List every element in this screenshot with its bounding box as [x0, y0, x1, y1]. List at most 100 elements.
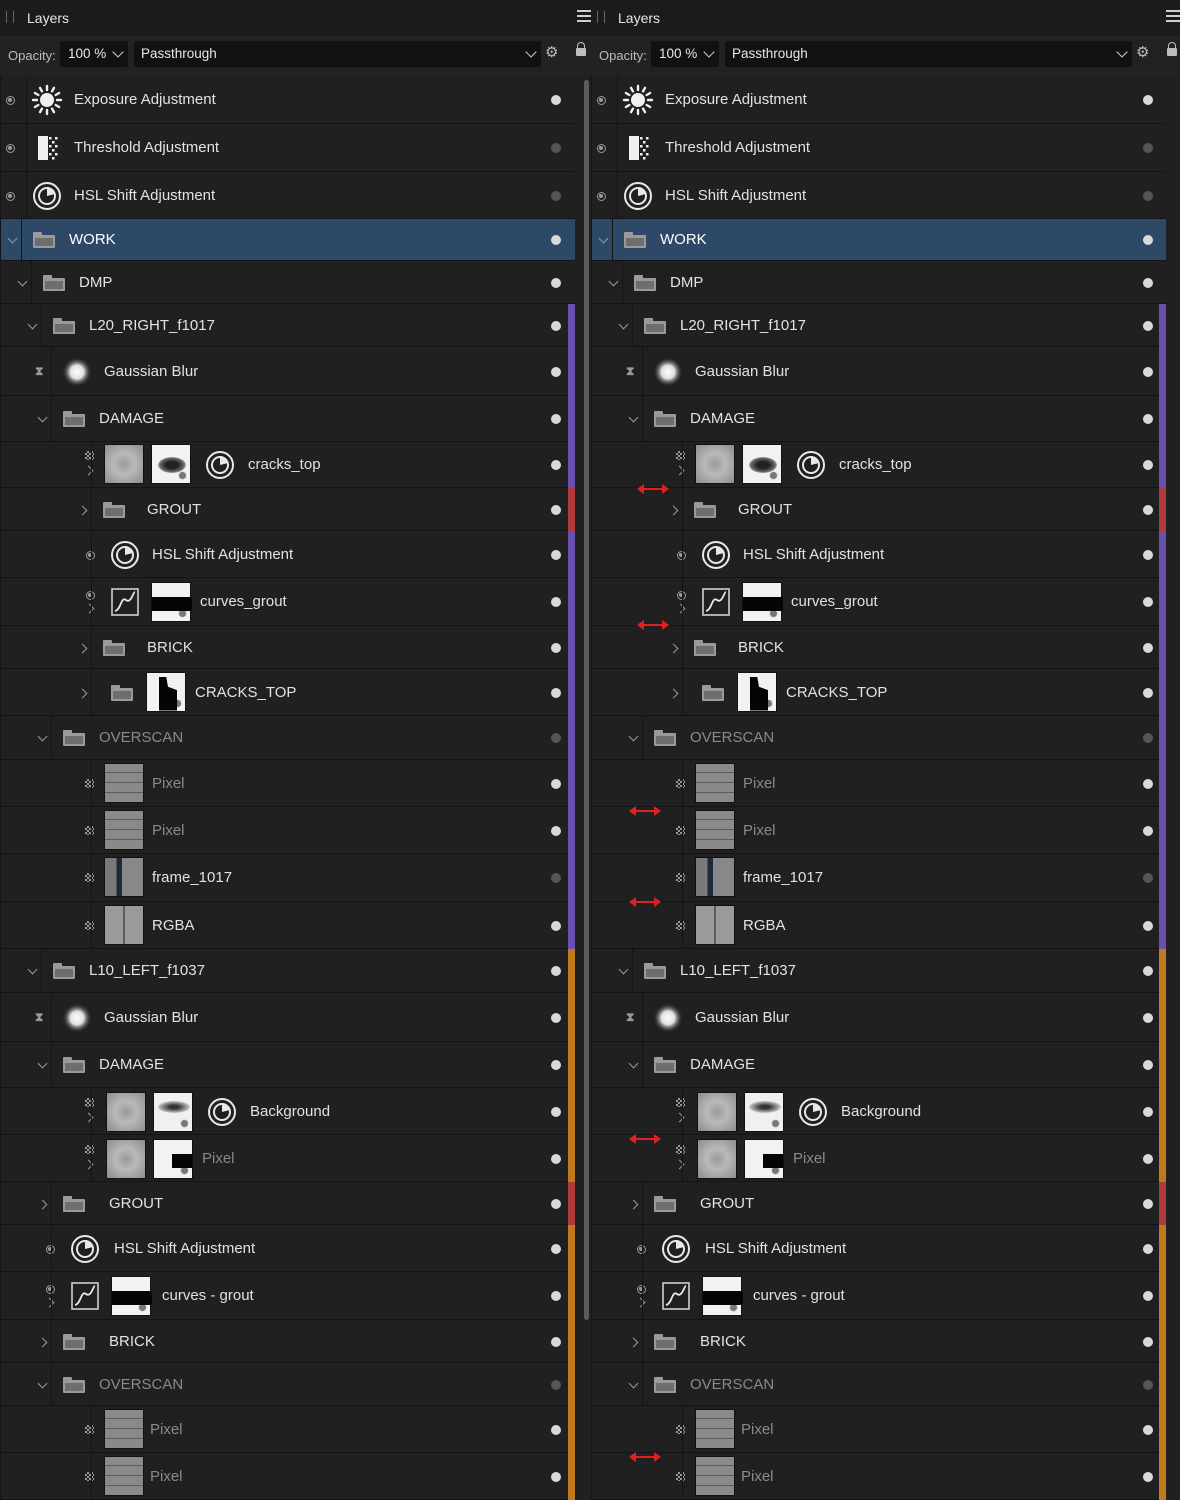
visibility-toggle[interactable] — [1143, 549, 1153, 560]
layer-thumbnail[interactable] — [104, 809, 144, 850]
visibility-toggle[interactable] — [551, 504, 561, 515]
layer-row[interactable]: Pixel — [0, 1453, 575, 1500]
layer-row[interactable]: Background — [591, 1088, 1166, 1135]
visibility-toggle[interactable] — [1143, 920, 1153, 931]
layer-row[interactable]: curves - grout — [0, 1272, 575, 1320]
visibility-toggle[interactable] — [551, 1424, 561, 1435]
layer-row[interactable]: HSL Shift Adjustment — [591, 1225, 1166, 1272]
layer-row[interactable]: GROUT — [0, 488, 575, 531]
visibility-toggle[interactable] — [1143, 366, 1153, 377]
visibility-toggle[interactable] — [551, 687, 561, 698]
visibility-toggle[interactable] — [1143, 1471, 1153, 1482]
layer-row[interactable]: RGBA — [0, 902, 575, 949]
layer-row[interactable]: Pixel — [591, 1135, 1166, 1182]
chevron-right-icon[interactable] — [668, 688, 679, 698]
visibility-toggle[interactable] — [551, 966, 561, 976]
layer-row[interactable]: Threshold Adjustment — [591, 124, 1166, 172]
layer-row[interactable]: Pixel — [591, 760, 1166, 807]
expand-chevron-icon[interactable] — [44, 1297, 55, 1308]
visibility-toggle[interactable] — [1143, 873, 1153, 883]
chevron-down-icon[interactable] — [7, 233, 18, 244]
gear-icon[interactable]: ⚙ — [1136, 45, 1152, 61]
layer-thumbnail[interactable] — [697, 1091, 737, 1132]
visibility-toggle[interactable] — [551, 1336, 561, 1347]
visibility-mode-icon[interactable] — [597, 96, 606, 105]
chevron-down-icon[interactable] — [598, 233, 609, 244]
layer-row[interactable]: DAMAGE — [0, 396, 575, 442]
visibility-toggle[interactable] — [1143, 642, 1153, 653]
layer-row[interactable]: Background — [0, 1088, 575, 1135]
opacity-dropdown[interactable]: 100 % — [60, 41, 128, 67]
chevron-down-icon[interactable] — [37, 1058, 48, 1069]
layer-thumbnail[interactable] — [104, 762, 144, 803]
lock-icon[interactable] — [576, 42, 586, 60]
layer-row[interactable]: Pixel — [591, 807, 1166, 854]
layer-row[interactable]: L20_RIGHT_f1017 — [591, 304, 1166, 347]
layer-row[interactable]: ⧗ Gaussian Blur — [0, 347, 575, 396]
layer-row[interactable]: DAMAGE — [591, 1042, 1166, 1088]
layer-row[interactable]: Pixel — [0, 760, 575, 807]
visibility-toggle[interactable] — [551, 366, 561, 377]
lock-icon[interactable] — [1167, 42, 1177, 60]
layer-row[interactable]: HSL Shift Adjustment — [0, 172, 575, 219]
blend-mode-dropdown[interactable]: Passthrough — [725, 41, 1132, 67]
mask-thumbnail[interactable] — [744, 1138, 784, 1179]
layer-row[interactable]: GROUT — [591, 488, 1166, 531]
layer-thumbnail[interactable] — [695, 1408, 735, 1449]
visibility-toggle[interactable] — [1143, 277, 1153, 288]
layer-thumbnail[interactable] — [695, 444, 735, 484]
chevron-down-icon[interactable] — [27, 319, 38, 329]
layer-row[interactable]: DMP — [0, 261, 575, 304]
layer-row[interactable]: BRICK — [0, 626, 575, 669]
layer-thumbnail[interactable] — [104, 444, 144, 484]
visibility-toggle[interactable] — [551, 414, 561, 424]
mask-thumbnail[interactable] — [744, 1091, 784, 1132]
layer-row[interactable]: curves_grout — [591, 578, 1166, 626]
layer-row[interactable]: Threshold Adjustment — [0, 124, 575, 172]
layer-thumbnail[interactable] — [695, 1455, 735, 1496]
layer-thumbnail[interactable] — [697, 1138, 737, 1179]
visibility-toggle[interactable] — [1143, 966, 1153, 976]
visibility-toggle[interactable] — [551, 733, 561, 743]
visibility-toggle[interactable] — [551, 277, 561, 288]
visibility-toggle[interactable] — [1143, 1012, 1153, 1023]
visibility-mode-icon[interactable] — [6, 144, 15, 153]
layer-thumbnail[interactable] — [104, 1455, 144, 1496]
visibility-toggle[interactable] — [1143, 733, 1153, 743]
layer-row[interactable]: L20_RIGHT_f1017 — [0, 304, 575, 347]
chevron-down-icon[interactable] — [628, 731, 639, 742]
visibility-mode-icon[interactable] — [6, 96, 15, 105]
chevron-down-icon[interactable] — [618, 319, 629, 329]
chevron-down-icon[interactable] — [37, 1378, 48, 1388]
visibility-toggle[interactable] — [551, 1243, 561, 1254]
layer-row[interactable]: cracks_top — [591, 442, 1166, 488]
visibility-toggle[interactable] — [1143, 190, 1153, 201]
visibility-toggle[interactable] — [551, 597, 561, 607]
visibility-toggle[interactable] — [1143, 1424, 1153, 1435]
layer-row[interactable]: OVERSCAN — [0, 716, 575, 760]
chevron-down-icon[interactable] — [628, 1378, 639, 1388]
layer-row[interactable]: OVERSCAN — [591, 716, 1166, 760]
visibility-mode-icon[interactable] — [6, 191, 15, 201]
chevron-down-icon[interactable] — [37, 412, 48, 423]
chevron-right-icon[interactable] — [77, 505, 88, 515]
visibility-toggle[interactable] — [1143, 597, 1153, 607]
visibility-toggle[interactable] — [1143, 95, 1153, 105]
expand-chevron-icon[interactable] — [84, 603, 95, 614]
visibility-toggle[interactable] — [551, 1379, 561, 1390]
visibility-toggle[interactable] — [1143, 414, 1153, 424]
layer-thumbnail[interactable] — [104, 1408, 144, 1449]
layer-row[interactable]: Pixel — [0, 807, 575, 854]
expand-chevron-icon[interactable] — [635, 1297, 646, 1308]
layer-row[interactable]: HSL Shift Adjustment — [591, 172, 1166, 219]
mask-thumbnail[interactable] — [151, 582, 192, 622]
visibility-toggle[interactable] — [551, 549, 561, 560]
visibility-toggle[interactable] — [1143, 143, 1153, 153]
layer-row[interactable]: frame_1017 — [591, 854, 1166, 902]
chevron-right-icon[interactable] — [77, 643, 88, 653]
drag-grip-icon[interactable] — [6, 11, 14, 23]
chevron-right-icon[interactable] — [37, 1199, 48, 1209]
blend-mode-dropdown[interactable]: Passthrough — [134, 41, 541, 67]
layer-row[interactable]: Pixel — [591, 1406, 1166, 1453]
chevron-right-icon[interactable] — [628, 1337, 639, 1347]
